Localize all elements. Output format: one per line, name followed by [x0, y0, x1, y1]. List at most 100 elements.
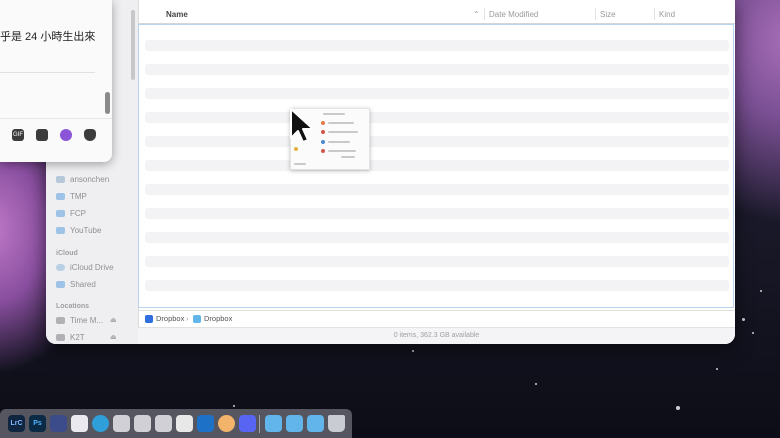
package-icon-1[interactable] — [113, 415, 130, 432]
file-list-area: Name ⌃ Date Modified Size Kind Dropbox ›… — [138, 0, 735, 344]
cursor-arrow-icon — [290, 108, 314, 143]
status-text: 0 items, 362.3 GB available — [393, 332, 480, 339]
emoji-icon[interactable] — [60, 129, 72, 141]
sidebar-item-label: TMP — [70, 191, 87, 201]
sidebar-item-label: FCP — [70, 208, 86, 218]
finder-window: ansonchen TMP FCP YouTube iCloud iCloud … — [46, 0, 735, 344]
sidebar-item-label: iCloud Drive — [70, 262, 114, 272]
star — [716, 368, 718, 370]
column-header: Name ⌃ Date Modified Size Kind — [138, 5, 735, 24]
sidebar-item-shared[interactable]: Shared — [56, 277, 96, 291]
list-row — [145, 256, 729, 267]
eject-icon[interactable]: ⏏ — [110, 333, 117, 341]
sidebar-item-icloud-drive[interactable]: iCloud Drive — [56, 260, 114, 274]
sticker-icon[interactable] — [36, 129, 48, 141]
figma-icon[interactable] — [50, 415, 67, 432]
thumb-line — [294, 163, 306, 165]
chatgpt-icon[interactable] — [176, 415, 193, 432]
star — [412, 350, 414, 352]
status-bar: 0 items, 362.3 GB available — [138, 327, 735, 344]
folder-icon — [193, 315, 201, 323]
app-label: LrC — [10, 420, 23, 427]
list-row — [145, 280, 729, 291]
sidebar-item-label: Time M... — [70, 315, 104, 325]
game-controller-icon[interactable] — [84, 129, 96, 141]
cloud-icon — [56, 263, 65, 271]
folder-icon — [56, 209, 65, 217]
folder-icon — [56, 192, 65, 200]
thumb-avatar — [294, 147, 298, 151]
thumb-avatar — [321, 130, 325, 134]
list-row — [145, 136, 729, 147]
sidebar-item-youtube[interactable]: YouTube — [56, 223, 101, 237]
sidebar-item-k2t[interactable]: K2T — [56, 330, 85, 344]
star — [742, 318, 745, 321]
thumb-avatar — [321, 121, 325, 125]
package-icon-3[interactable] — [155, 415, 172, 432]
thumb-avatar — [321, 149, 325, 153]
list-row — [145, 112, 729, 123]
sidebar-section-locations: Locations — [56, 303, 90, 310]
dock: LrC Ps — [0, 409, 352, 438]
column-size[interactable]: Size — [600, 10, 616, 19]
thumb-line — [323, 113, 345, 115]
thumb-line — [341, 156, 355, 158]
dropbox-icon — [145, 315, 153, 323]
path-separator: › — [186, 314, 189, 323]
documents-folder-icon[interactable] — [286, 415, 303, 432]
divider — [484, 8, 485, 20]
list-row — [145, 88, 729, 99]
thumb-line — [328, 122, 354, 124]
eject-icon[interactable]: ⏏ — [110, 316, 117, 324]
star — [535, 383, 537, 385]
column-kind[interactable]: Kind — [659, 10, 675, 19]
downloads-folder-icon[interactable] — [307, 415, 324, 432]
disk-icon — [56, 333, 65, 341]
sidebar-section-icloud: iCloud — [56, 250, 78, 257]
sort-chevron-icon[interactable]: ⌃ — [473, 10, 480, 19]
list-row — [145, 232, 729, 243]
package-icon-2[interactable] — [134, 415, 151, 432]
photoshop-icon[interactable]: Ps — [29, 415, 46, 432]
scrollbar[interactable] — [105, 92, 110, 114]
path-bar: Dropbox › Dropbox — [138, 310, 735, 327]
divider — [595, 8, 596, 20]
sidebar-item-ansonchen[interactable]: ansonchen — [56, 172, 109, 186]
sidebar-item-time-machine[interactable]: Time M... — [56, 313, 103, 327]
sidebar-item-tmp[interactable]: TMP — [56, 189, 87, 203]
applications-folder-icon[interactable] — [265, 415, 282, 432]
trello-icon[interactable] — [197, 415, 214, 432]
column-date-modified[interactable]: Date Modified — [489, 10, 538, 19]
discord-icon[interactable] — [239, 415, 256, 432]
column-name[interactable]: Name — [166, 10, 188, 19]
reeder-icon[interactable] — [71, 415, 88, 432]
path-current[interactable]: Dropbox — [204, 314, 232, 323]
chat-message: 乎是 24 小時生出來 — [0, 31, 96, 43]
star — [676, 406, 680, 410]
dock-divider — [259, 415, 260, 433]
sidebar-item-label: ansonchen — [70, 174, 110, 184]
list-row — [145, 208, 729, 219]
home-icon — [56, 175, 65, 183]
sidebar-item-fcp[interactable]: FCP — [56, 206, 86, 220]
thumb-line — [328, 131, 358, 133]
thumb-avatar — [321, 140, 325, 144]
divider — [654, 8, 655, 20]
disk-icon — [56, 316, 65, 324]
file-list[interactable] — [138, 24, 734, 308]
sidebar-item-label: K2T — [70, 332, 85, 342]
sidebar-scrollbar[interactable] — [131, 10, 135, 80]
telegram-icon[interactable] — [92, 415, 109, 432]
sidebar-item-label: Shared — [70, 279, 96, 289]
list-row — [145, 40, 729, 51]
lightroom-classic-icon[interactable]: LrC — [8, 415, 25, 432]
list-row — [145, 160, 729, 171]
path-root[interactable]: Dropbox — [156, 314, 184, 323]
trash-icon[interactable] — [328, 415, 345, 432]
folder-icon — [56, 226, 65, 234]
chat-panel: 乎是 24 小時生出來 GIF — [0, 0, 112, 162]
list-row — [145, 184, 729, 195]
photos-icon[interactable] — [218, 415, 235, 432]
gif-icon[interactable]: GIF — [12, 129, 24, 141]
star — [752, 332, 754, 334]
